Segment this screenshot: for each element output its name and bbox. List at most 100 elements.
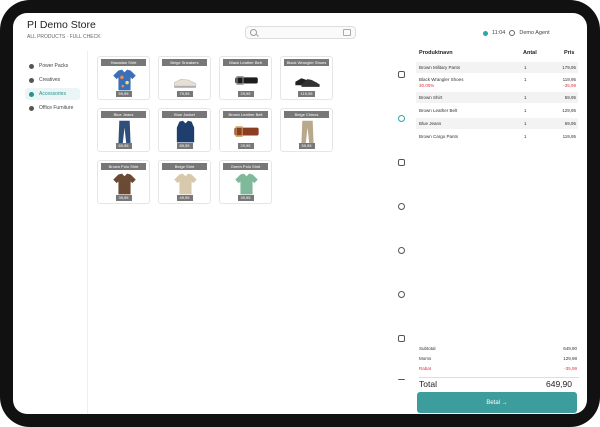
sneaker-icon [173, 78, 197, 88]
pos-screen: PI Demo Store ALL PRODUCTS · FULL CHECK … [13, 13, 587, 414]
search-input[interactable] [260, 28, 340, 37]
category-power-packs[interactable]: Power Packs [25, 60, 80, 72]
order-item-name: Brown Leather Belt [419, 108, 458, 113]
subtotal-label: Subtotal [419, 346, 436, 351]
column-header-product: Produktnavn [419, 50, 453, 56]
product-price: 119,95 [297, 91, 316, 97]
product-price: 39,95 [237, 195, 254, 201]
product-card[interactable]: Blue Jacket 89,95 [158, 108, 211, 152]
product-price: 29,95 [237, 143, 254, 149]
order-item-qty: 1 [524, 95, 527, 100]
category-label: Accessories [39, 91, 66, 97]
category-icon [29, 63, 34, 69]
product-card[interactable]: Beige Chinos 59,95 [280, 108, 333, 152]
product-name: Beige Chinos [284, 111, 329, 118]
product-card[interactable]: Blue Jeans 69,95 [97, 108, 150, 152]
product-price: 79,95 [176, 91, 193, 97]
search-icon [250, 29, 257, 36]
order-item-price: 69,95 [564, 121, 576, 126]
category-label: Office Furniture [39, 105, 74, 111]
order-item-qty: 1 [524, 121, 527, 126]
product-card[interactable]: Brown Polo Shirt 39,95 [97, 160, 150, 204]
category-label: Power Packs [39, 63, 69, 69]
belt-icon [234, 126, 259, 137]
product-price: 69,95 [115, 143, 132, 149]
discount-icon[interactable] [398, 291, 405, 298]
refresh-icon[interactable] [398, 203, 405, 210]
product-card[interactable]: Hawaiian Shirt 59,95 [97, 56, 150, 100]
polo-shirt-icon [235, 173, 258, 195]
polo-shirt-icon [113, 173, 136, 195]
product-name: Black Wrangler Shoes [284, 59, 329, 66]
tablet-frame: PI Demo Store ALL PRODUCTS · FULL CHECK … [0, 0, 600, 427]
product-price: 29,95 [237, 91, 254, 97]
receipt-icon[interactable] [398, 335, 405, 342]
category-office-furniture[interactable]: Office Furniture [25, 102, 80, 114]
search-box[interactable] [245, 26, 356, 39]
order-item-price: 119,95 [562, 77, 576, 82]
user-icon[interactable] [398, 115, 405, 122]
status-user[interactable]: Demo Agent [519, 30, 549, 36]
category-accessories[interactable]: Accessories [25, 88, 80, 100]
order-row[interactable]: Brown Shirt 1 59,95 [416, 92, 578, 103]
order-row[interactable]: Brown Leather Belt 1 129,95 [416, 105, 578, 116]
grid-icon[interactable] [398, 71, 405, 78]
product-grid: Hawaiian Shirt 59,95 Beige Sneakers 79,9… [97, 56, 397, 216]
order-row[interactable]: Blue Jeans 1 69,95 [416, 118, 578, 129]
product-name: Hawaiian Shirt [101, 59, 146, 66]
product-card[interactable]: Beige Shirt 49,95 [158, 160, 211, 204]
discount-value: -35,99 [564, 366, 577, 371]
category-sidebar: Power Packs Creatives Accessories Office… [13, 51, 88, 414]
product-card[interactable]: Green Polo Shirt 39,95 [219, 160, 272, 204]
order-item-name: Black Wrangler Shoes [419, 77, 464, 82]
product-card[interactable]: Beige Sneakers 79,95 [158, 56, 211, 100]
product-price: 49,95 [176, 195, 193, 201]
shirt-icon [174, 173, 197, 195]
product-card[interactable]: Brown Leather Belt 29,95 [219, 108, 272, 152]
order-row[interactable]: Brown Cargo Pants 1 119,95 [416, 131, 578, 142]
barcode-scan-icon[interactable] [343, 29, 351, 36]
status-area: 11:04 Demo Agent [483, 28, 550, 38]
belt-icon [235, 76, 258, 85]
order-item-discount: -35,99 [563, 83, 576, 88]
settings-icon[interactable] [398, 247, 405, 254]
discount-label: Rabat [419, 366, 432, 371]
product-price: 89,95 [176, 143, 193, 149]
tool-rail [398, 63, 408, 403]
minus-icon[interactable] [398, 379, 405, 381]
jacket-icon [176, 120, 195, 143]
product-price: 59,95 [298, 143, 315, 149]
calculator-icon[interactable] [398, 159, 405, 166]
chinos-icon [301, 120, 314, 144]
order-item-price: 59,95 [564, 95, 576, 100]
column-header-price: Pris [564, 50, 575, 56]
product-name: Black Leather Belt [223, 59, 268, 66]
store-subtitle: ALL PRODUCTS · FULL CHECK [27, 34, 101, 40]
order-item-qty: 1 [524, 134, 527, 139]
pay-button[interactable]: Betal → [417, 392, 577, 413]
product-name: Beige Shirt [162, 163, 207, 170]
user-icon[interactable] [509, 30, 516, 36]
order-item-name: Blue Jeans [419, 121, 442, 126]
category-icon [29, 91, 34, 97]
order-item-name: Brown Cargo Pants [419, 134, 459, 139]
vat-label: Moms [419, 356, 432, 361]
order-row[interactable]: Black Wrangler Shoes 30.00% 1 119,95 -35… [416, 75, 578, 90]
store-title: PI Demo Store [27, 19, 96, 31]
category-creatives[interactable]: Creatives [25, 74, 80, 86]
product-card[interactable]: Black Leather Belt 29,95 [219, 56, 272, 100]
product-card[interactable]: Black Wrangler Shoes 119,95 [280, 56, 333, 100]
product-name: Brown Leather Belt [223, 111, 268, 118]
order-item-price: 119,95 [562, 134, 576, 139]
order-item-discount-label: 30.00% [419, 83, 435, 88]
order-row[interactable]: Brown Military Pants 1 179,95 [416, 62, 578, 73]
product-price: 59,95 [115, 91, 132, 97]
category-label: Creatives [39, 77, 61, 83]
shoe-icon [295, 78, 320, 87]
product-name: Beige Sneakers [162, 59, 207, 66]
order-item-qty: 1 [524, 77, 527, 82]
product-name: Brown Polo Shirt [101, 163, 146, 170]
total-label: Total [419, 379, 437, 389]
product-price: 39,95 [115, 195, 132, 201]
category-icon [29, 77, 34, 83]
